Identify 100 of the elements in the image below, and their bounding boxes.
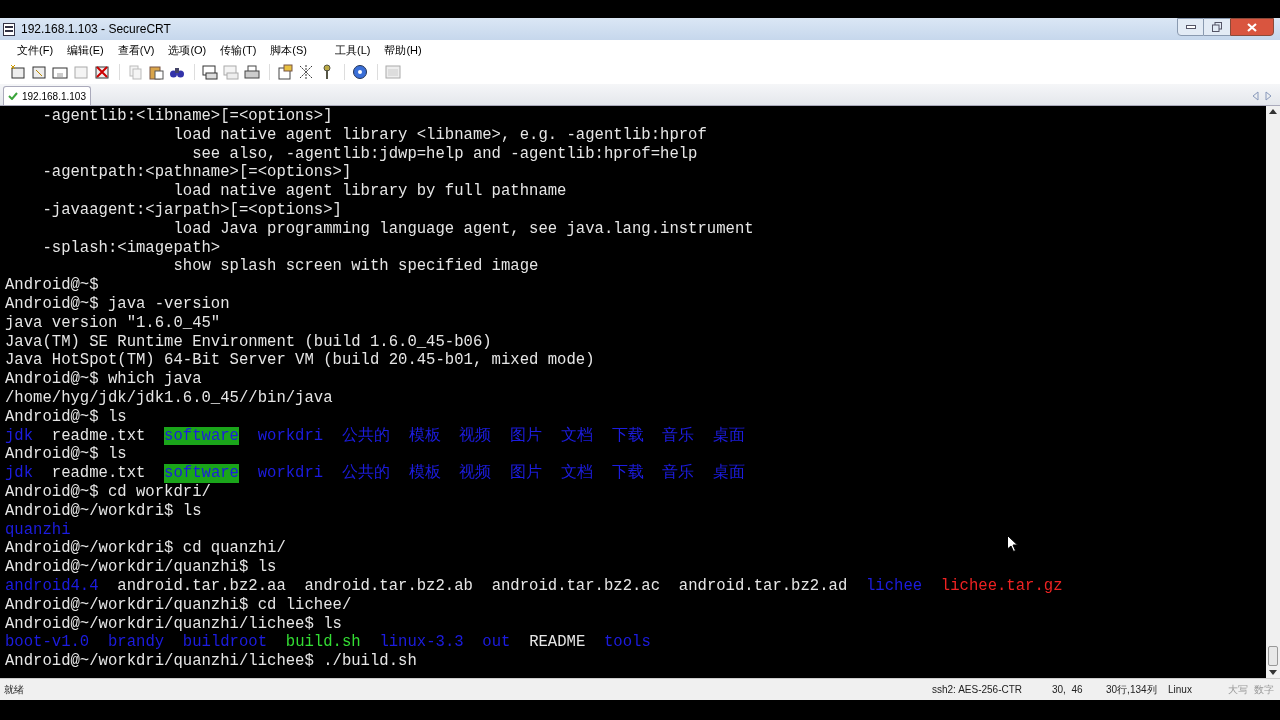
maximize-button[interactable] xyxy=(1204,18,1230,36)
new-session-icon[interactable] xyxy=(10,64,26,80)
window-title: 192.168.1.103 - SecureCRT xyxy=(21,21,171,38)
file-name: android.tar.bz2.ac xyxy=(491,576,661,596)
terminal-line: Java HotSpot(TM) 64-Bit Server VM (build 20.45-b01, mixed mode) xyxy=(5,351,595,371)
terminal-line: load Java programming language agent, see java.lang.instrument xyxy=(172,219,754,239)
file-name: android.tar.bz2.ab xyxy=(304,576,473,596)
menu-item[interactable]: 编辑(E) xyxy=(60,41,111,59)
close-icon xyxy=(1247,22,1257,32)
terminal-line: java version "1.6.0_45" xyxy=(5,313,221,333)
status-text: 就绪 xyxy=(4,683,24,697)
terminal-line: Android@~$ cd workdri/ xyxy=(5,482,211,502)
terminal-line: Android@~$ ls xyxy=(5,445,127,465)
file-name: workdri xyxy=(257,426,324,446)
scrollbar-thumb[interactable] xyxy=(1268,646,1278,666)
status-indicator: 数字 xyxy=(1254,683,1274,697)
file-name: boot-v1.0 xyxy=(5,633,90,653)
paste-icon[interactable] xyxy=(148,64,164,80)
menu-item[interactable]: 选项(O) xyxy=(161,41,214,59)
status-text: 30行,134列 xyxy=(1106,683,1158,697)
file-name: 桌面 xyxy=(712,426,745,446)
file-name: software xyxy=(164,464,239,483)
scroll-up-icon[interactable] xyxy=(1269,108,1277,116)
menu-item[interactable]: 帮助(H) xyxy=(377,41,429,59)
file-name: jdk xyxy=(5,426,34,446)
file-name: lichee.tar.gz xyxy=(940,576,1063,596)
folder-icon[interactable] xyxy=(52,64,68,80)
terminal-line: Android@~$ java -version xyxy=(5,294,230,314)
mouse-cursor-icon xyxy=(1007,535,1018,552)
file-name: 公共的 xyxy=(341,426,390,446)
file-name: android4.4 xyxy=(5,576,99,596)
scroll-down-icon[interactable] xyxy=(1269,668,1277,676)
file-name: build.sh xyxy=(285,633,361,653)
print-setup-icon[interactable] xyxy=(202,64,218,80)
close-button[interactable] xyxy=(1230,18,1274,36)
file-name: readme.txt xyxy=(51,426,146,446)
minimize-button[interactable] xyxy=(1177,18,1204,36)
file-name: 视频 xyxy=(459,426,492,446)
file-name: tools xyxy=(604,633,651,653)
terminal-line: Android@~$ which java xyxy=(5,370,202,389)
file-name: 图片 xyxy=(510,426,543,446)
minimize-icon xyxy=(1185,25,1196,29)
terminal-line: quanzhi xyxy=(5,520,71,540)
terminal-line: Android@~/workdri/quanzhi/lichee$ ./build.sh xyxy=(5,652,417,671)
status-text: 30, 46 xyxy=(1052,683,1084,697)
file-name: 视频 xyxy=(459,464,492,483)
disconnect-icon[interactable] xyxy=(94,64,110,80)
terminal-line: Java(TM) SE Runtime Environment (build 1.6.0_45-b06) xyxy=(5,332,492,352)
file-name: 图片 xyxy=(510,464,543,483)
status-text: Linux xyxy=(1168,683,1193,697)
file-name: buildroot xyxy=(182,633,268,653)
terminal-line: load native agent library <libname>, e.g. -agentlib:hprof xyxy=(172,125,707,145)
session-tab[interactable]: 192.168.1.103 xyxy=(3,86,91,105)
menu-item[interactable]: 传输(T) xyxy=(213,41,264,59)
terminal-line: Android@~$ xyxy=(5,276,99,295)
file-name: brandy xyxy=(107,633,165,653)
terminal-line: load native agent library by full pathname xyxy=(172,182,567,201)
file-name: workdri xyxy=(257,464,324,483)
file-name: android.tar.bz2.ad xyxy=(678,576,848,596)
scrollbar[interactable] xyxy=(1266,106,1280,678)
file-name: README xyxy=(529,633,586,653)
settings-icon[interactable] xyxy=(277,64,293,80)
terminal-line: /home/hyg/jdk/jdk1.6.0_45//bin/java xyxy=(5,388,333,408)
restore-icon xyxy=(1212,22,1222,32)
file-name: 公共的 xyxy=(341,464,390,483)
file-name: 下载 xyxy=(611,464,644,483)
file-name: 模板 xyxy=(408,464,441,483)
terminal-line: Android@~/workdri$ ls xyxy=(5,501,202,521)
file-name: 音乐 xyxy=(662,426,695,446)
terminal-line: -javaagent:<jarpath>[=<options>] xyxy=(41,201,342,220)
terminal-line: Android@~/workdri/quanzhi$ ls xyxy=(5,558,277,577)
file-name: readme.txt xyxy=(51,464,146,483)
terminal-line: Android@~$ ls xyxy=(5,407,127,427)
status-text: ssh2: AES-256-CTR xyxy=(932,683,1024,697)
terminal-line: see also, -agentlib:jdwp=help and -agentlib:hprof=help xyxy=(191,144,698,164)
terminal-line: show splash screen with specified image xyxy=(172,257,539,277)
file-name: linux-3.3 xyxy=(379,633,464,653)
file-name: software xyxy=(164,426,239,446)
help-icon[interactable] xyxy=(352,64,368,80)
menu-item[interactable]: 脚本(S) xyxy=(263,41,314,59)
menu-item[interactable]: 工具(L) xyxy=(328,41,378,59)
file-name: 下载 xyxy=(611,426,644,446)
printer-icon[interactable] xyxy=(244,64,260,80)
terminal-line: Android@~/workdri/quanzhi/lichee$ ls xyxy=(5,614,342,634)
file-name: lichee xyxy=(866,576,923,596)
terminal-line: -agentpath:<pathname>[=<options>] xyxy=(41,163,352,183)
file-name: 文档 xyxy=(560,464,593,483)
file-name: out xyxy=(482,633,511,653)
terminal-line: -splash:<imagepath> xyxy=(41,238,221,258)
file-name: 文档 xyxy=(560,426,593,446)
menu-item[interactable]: 文件(F) xyxy=(10,41,61,59)
terminal-line: -agentlib:<libname>[=<options>] xyxy=(41,107,333,126)
file-name: 音乐 xyxy=(662,464,695,483)
menu-item[interactable]: 查看(V) xyxy=(110,41,162,59)
file-name: android.tar.bz2.aa xyxy=(117,576,286,596)
terminal-line: Android@~/workdri$ cd quanzhi/ xyxy=(5,539,286,559)
status-indicator: 大写 xyxy=(1228,683,1248,697)
file-name: 桌面 xyxy=(712,464,745,483)
terminal-line: Android@~/workdri/quanzhi$ cd lichee/ xyxy=(5,595,352,615)
app-icon xyxy=(3,22,15,36)
